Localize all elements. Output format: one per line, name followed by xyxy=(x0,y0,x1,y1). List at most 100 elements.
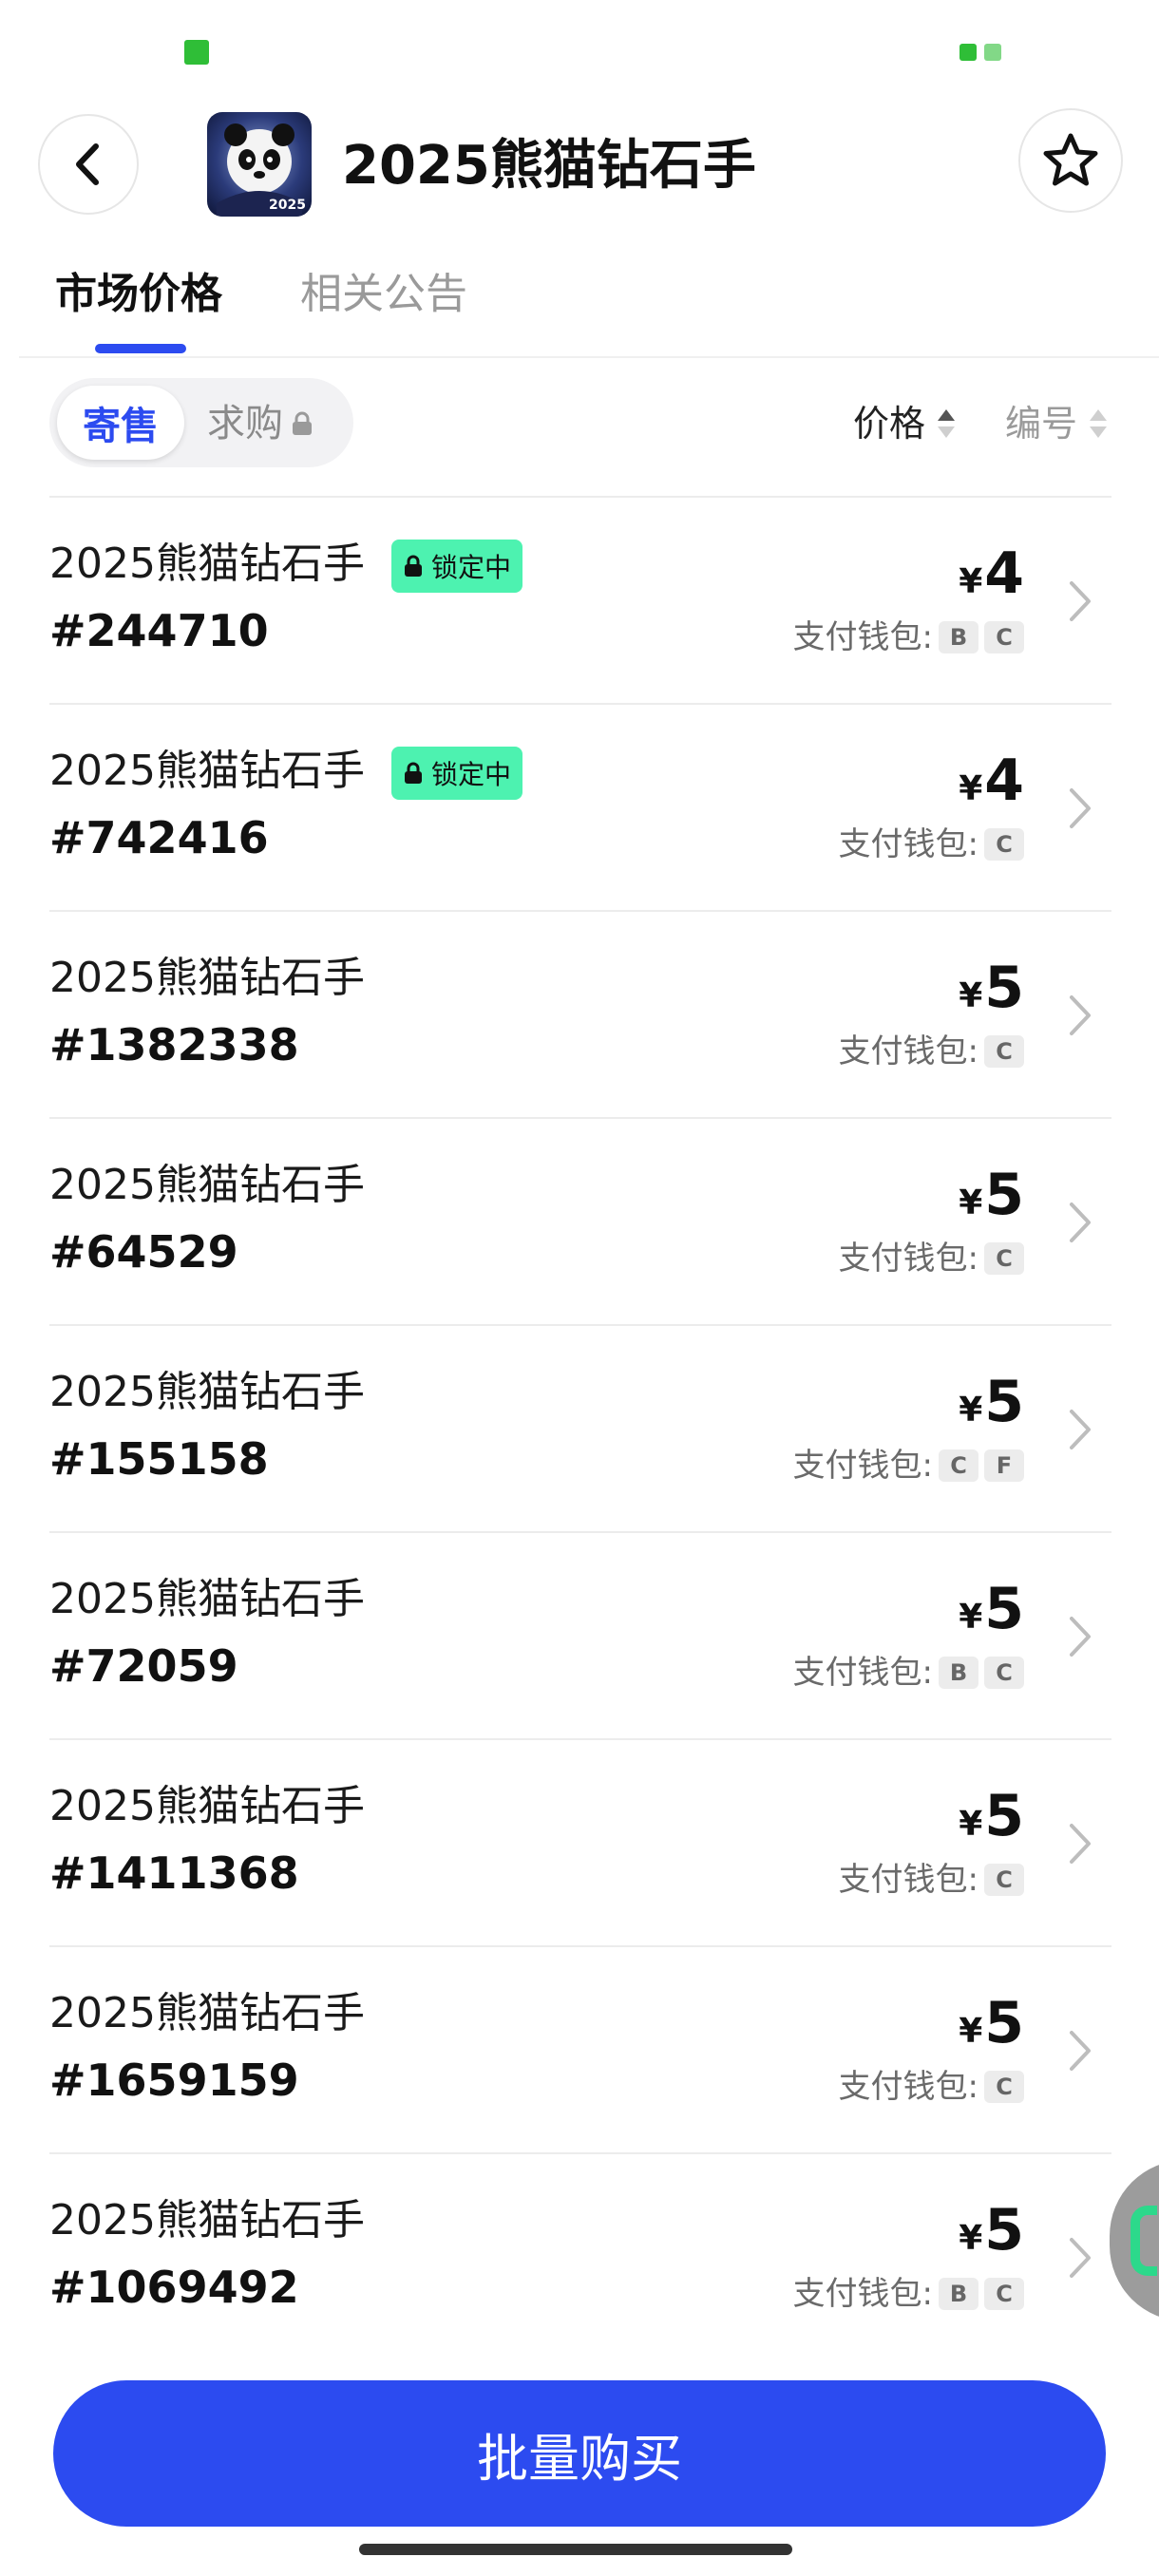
favorite-button[interactable] xyxy=(1018,108,1123,213)
item-price: ¥5 xyxy=(959,1995,1024,2052)
active-tab-indicator xyxy=(95,344,186,353)
tab-announcements[interactable]: 相关公告 xyxy=(300,266,467,323)
currency-symbol: ¥ xyxy=(959,1598,983,1637)
chevron-right-icon xyxy=(1070,995,1091,1035)
wallet-tag: C xyxy=(984,1657,1024,1689)
back-button[interactable] xyxy=(38,114,139,215)
currency-symbol: ¥ xyxy=(959,2012,983,2051)
listing-list: 2025熊猫钻石手 锁定中 #244710 ¥4 支付钱包: B C 2025熊猫钻石手 锁定中… xyxy=(49,496,1112,2359)
sort-by-number[interactable]: 编号 xyxy=(1005,397,1108,450)
locked-badge: 锁定中 xyxy=(391,540,523,593)
item-name: 2025熊猫钻石手 xyxy=(49,1161,365,1209)
item-number: #1411368 xyxy=(49,1847,299,1899)
wallet-tag: B xyxy=(939,621,978,653)
item-price: ¥5 xyxy=(959,2202,1024,2259)
status-notification-icon xyxy=(184,40,209,65)
item-price: ¥5 xyxy=(959,1581,1024,1638)
wallet-info: 支付钱包: C xyxy=(839,1856,1024,1904)
locked-label: 锁定中 xyxy=(431,552,512,583)
item-name: 2025熊猫钻石手 xyxy=(49,747,365,795)
wallet-info: 支付钱包: C F xyxy=(793,1442,1024,1489)
sort-by-price[interactable]: 价格 xyxy=(853,397,956,450)
tabs-divider xyxy=(19,356,1159,358)
wallet-tag: B xyxy=(939,2278,978,2310)
item-price: ¥4 xyxy=(959,545,1024,602)
locked-label: 锁定中 xyxy=(431,759,512,790)
item-name: 2025熊猫钻石手 xyxy=(49,1368,365,1416)
chevron-right-icon xyxy=(1070,1203,1091,1242)
bulk-buy-button[interactable]: 批量购买 xyxy=(53,2380,1106,2527)
segment-sell[interactable]: 寄售 xyxy=(57,386,184,460)
wallet-tag: C xyxy=(939,1449,978,1482)
item-number: #72059 xyxy=(49,1640,238,1692)
segment-buy-label: 求购 xyxy=(207,402,283,445)
wallet-label: 支付钱包: xyxy=(838,1861,978,1899)
wallet-label: 支付钱包: xyxy=(792,2275,933,2313)
locked-badge: 锁定中 xyxy=(391,747,523,800)
price-value: 4 xyxy=(984,540,1024,607)
floating-assistant-icon xyxy=(1130,2206,1157,2276)
listing-row[interactable]: 2025熊猫钻石手 #1659159 ¥5 支付钱包: C xyxy=(49,1945,1112,2152)
item-price: ¥5 xyxy=(959,959,1024,1016)
sort-number-label: 编号 xyxy=(1005,403,1078,445)
wallet-label: 支付钱包: xyxy=(838,1032,978,1070)
sort-price-label: 价格 xyxy=(853,403,926,445)
chevron-right-icon xyxy=(1070,2238,1091,2278)
item-number: #1659159 xyxy=(49,2055,299,2106)
listing-row[interactable]: 2025熊猫钻石手 #72059 ¥5 支付钱包: B C xyxy=(49,1531,1112,1738)
listing-row[interactable]: 2025熊猫钻石手 #1382338 ¥5 支付钱包: C xyxy=(49,910,1112,1117)
listing-row[interactable]: 2025熊猫钻石手 锁定中 #244710 ¥4 支付钱包: B C xyxy=(49,496,1112,703)
chevron-right-icon xyxy=(1070,2031,1091,2071)
segment-buy[interactable]: 求购 xyxy=(207,395,314,452)
price-value: 5 xyxy=(984,1576,1024,1642)
wallet-tag: B xyxy=(939,1657,978,1689)
item-name: 2025熊猫钻石手 xyxy=(49,1989,365,2037)
item-price: ¥5 xyxy=(959,1788,1024,1845)
price-value: 5 xyxy=(984,1162,1024,1228)
currency-symbol: ¥ xyxy=(959,562,983,601)
lock-icon xyxy=(405,762,422,784)
currency-symbol: ¥ xyxy=(959,769,983,808)
listing-row[interactable]: 2025熊猫钻石手 #155158 ¥5 支付钱包: C F xyxy=(49,1324,1112,1531)
item-name: 2025熊猫钻石手 xyxy=(49,1782,365,1830)
lock-icon xyxy=(293,411,312,435)
chevron-left-icon xyxy=(76,143,99,185)
wallet-label: 支付钱包: xyxy=(792,618,933,656)
wallet-label: 支付钱包: xyxy=(838,825,978,863)
tab-market-price[interactable]: 市场价格 xyxy=(55,266,222,323)
item-name: 2025熊猫钻石手 xyxy=(49,954,365,1002)
item-price: ¥5 xyxy=(959,1373,1024,1430)
item-price: ¥4 xyxy=(959,752,1024,809)
listing-row[interactable]: 2025熊猫钻石手 锁定中 #742416 ¥4 支付钱包: C xyxy=(49,703,1112,910)
wallet-info: 支付钱包: C xyxy=(839,1235,1024,1282)
wallet-tag: C xyxy=(984,1242,1024,1275)
item-number: #244710 xyxy=(49,605,269,656)
wallet-info: 支付钱包: B C xyxy=(793,2270,1024,2318)
listing-row[interactable]: 2025熊猫钻石手 #1411368 ¥5 支付钱包: C xyxy=(49,1738,1112,1945)
price-value: 5 xyxy=(984,955,1024,1021)
item-number: #155158 xyxy=(49,1433,269,1485)
chevron-right-icon xyxy=(1070,1617,1091,1657)
price-value: 5 xyxy=(984,2197,1024,2263)
currency-symbol: ¥ xyxy=(959,2219,983,2258)
price-value: 5 xyxy=(984,1783,1024,1849)
wallet-tag: C xyxy=(984,2071,1024,2103)
lock-icon xyxy=(405,555,422,577)
item-number: #64529 xyxy=(49,1226,238,1278)
sort-arrows-icon xyxy=(1090,409,1108,438)
item-name: 2025熊猫钻石手 xyxy=(49,1575,365,1623)
battery-icon xyxy=(960,44,1001,61)
wallet-info: 支付钱包: C xyxy=(839,1028,1024,1075)
currency-symbol: ¥ xyxy=(959,1805,983,1844)
listing-row[interactable]: 2025熊猫钻石手 #1069492 ¥5 支付钱包: B C xyxy=(49,2152,1112,2359)
currency-symbol: ¥ xyxy=(959,976,983,1015)
wallet-tag: C xyxy=(984,1035,1024,1068)
item-number: #1069492 xyxy=(49,2262,299,2313)
thumbnail-label: 2025 xyxy=(269,198,306,213)
sort-arrows-icon xyxy=(938,409,956,438)
wallet-label: 支付钱包: xyxy=(792,1654,933,1692)
listing-row[interactable]: 2025熊猫钻石手 #64529 ¥5 支付钱包: C xyxy=(49,1117,1112,1324)
chevron-right-icon xyxy=(1070,1824,1091,1864)
item-number: #742416 xyxy=(49,812,269,863)
chevron-right-icon xyxy=(1070,1410,1091,1449)
